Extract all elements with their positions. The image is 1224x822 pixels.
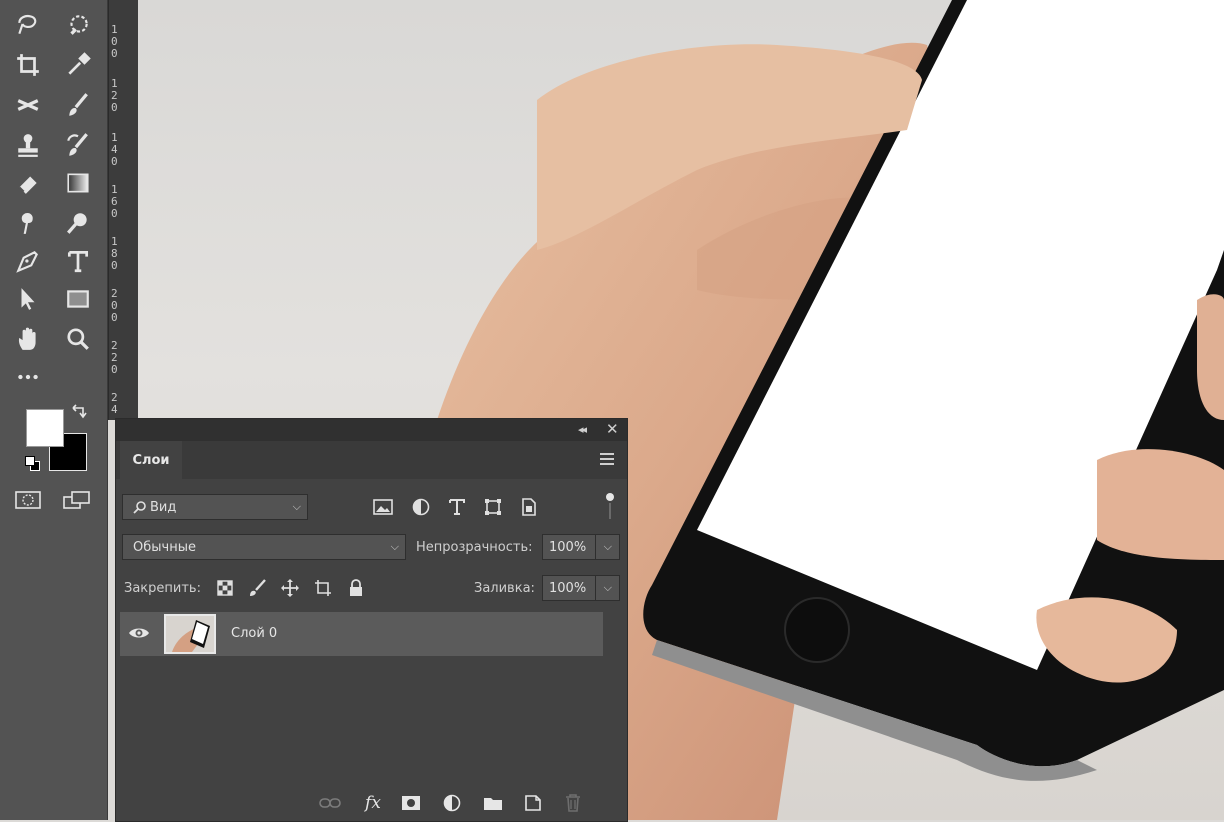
filter-label: Вид	[150, 499, 177, 515]
close-icon[interactable]: ✕	[606, 420, 619, 438]
vertical-ruler: 100 120 140 160 180 200 220 24	[108, 0, 138, 420]
chevron-down-icon: ⌵	[603, 540, 612, 553]
screen-mode-icon[interactable]	[62, 490, 92, 510]
zoom-icon[interactable]	[60, 322, 96, 356]
lock-pixels-icon[interactable]	[247, 578, 267, 598]
fx-icon[interactable]: fx	[360, 791, 386, 815]
filter-smart-object-icon[interactable]	[518, 497, 540, 517]
ruler-tick: 140	[111, 131, 118, 168]
layer-filter-select[interactable]: Вид ⌵	[122, 494, 308, 520]
new-layer-icon[interactable]	[521, 793, 545, 813]
ruler-tick: 220	[111, 339, 118, 376]
layer-thumbnail[interactable]	[164, 614, 216, 654]
swap-colors-icon[interactable]	[70, 404, 88, 420]
trash-icon[interactable]	[561, 793, 585, 813]
healing-brush-icon[interactable]	[10, 88, 46, 122]
lock-position-icon[interactable]	[280, 578, 300, 598]
tab-layers[interactable]: Слои	[120, 441, 182, 479]
type-icon[interactable]	[60, 244, 96, 278]
fill-field[interactable]: 100% ⌵	[542, 575, 620, 601]
layer-row[interactable]: Слой 0	[120, 612, 603, 656]
chevron-down-icon: ⌵	[603, 581, 612, 594]
eyedropper-icon[interactable]	[60, 48, 96, 82]
collapse-panel-icon[interactable]: ◂◂	[578, 423, 587, 436]
layers-bottom-bar: fx	[116, 787, 627, 821]
tools-panel	[0, 0, 108, 820]
clone-stamp-icon[interactable]	[10, 128, 46, 162]
blend-mode-value: Обычные	[133, 539, 196, 555]
history-brush-icon[interactable]	[60, 128, 96, 162]
visibility-eye-icon[interactable]	[128, 625, 150, 641]
path-selection-icon[interactable]	[10, 282, 46, 316]
blend-mode-select[interactable]: Обычные ⌵	[122, 534, 406, 560]
hand-icon[interactable]	[10, 322, 46, 356]
layer-name[interactable]: Слой 0	[231, 626, 277, 641]
ruler-tick: 100	[111, 23, 118, 60]
more-tools-icon[interactable]	[10, 360, 46, 394]
group-icon[interactable]	[481, 793, 505, 813]
dodge-icon[interactable]	[60, 206, 96, 240]
lock-label: Закрепить:	[124, 581, 201, 596]
ruler-tick: 180	[111, 235, 118, 272]
divider	[595, 535, 596, 559]
brush-icon[interactable]	[60, 88, 96, 122]
chevron-down-icon: ⌵	[390, 540, 399, 553]
default-colors-icon[interactable]	[24, 455, 40, 471]
fill-value: 100%	[549, 580, 587, 596]
ruler-tick: 160	[111, 183, 118, 220]
ruler-tick: 24	[111, 391, 118, 416]
mask-icon[interactable]	[399, 793, 423, 813]
lasso-icon[interactable]	[10, 8, 46, 42]
pen-icon[interactable]	[10, 244, 46, 278]
search-icon	[133, 500, 147, 514]
panel-tab-bar: Слои	[116, 441, 627, 479]
ruler-tick: 200	[111, 287, 118, 324]
panel-header-bar: ◂◂ ✕	[116, 419, 627, 441]
adjustment-icon[interactable]	[440, 793, 464, 813]
panel-menu-icon[interactable]	[600, 453, 614, 465]
foreground-color-swatch[interactable]	[26, 409, 64, 447]
crop-icon[interactable]	[10, 48, 46, 82]
filter-shape-icon[interactable]	[482, 497, 504, 517]
lock-artboard-icon[interactable]	[313, 578, 333, 598]
gradient-icon[interactable]	[60, 166, 96, 200]
filter-type-icon[interactable]	[446, 497, 468, 517]
quick-mask-icon[interactable]	[14, 490, 42, 510]
eraser-icon[interactable]	[10, 166, 46, 200]
layers-panel: ◂◂ ✕ Слои Вид ⌵ Обычные ⌵ Непрозрачность…	[115, 418, 628, 822]
opacity-label: Непрозрачность:	[416, 540, 533, 555]
lock-all-icon[interactable]	[346, 578, 366, 598]
opacity-field[interactable]: 100% ⌵	[542, 534, 620, 560]
fill-label: Заливка:	[474, 581, 535, 596]
lock-transparent-icon[interactable]	[215, 578, 235, 598]
ruler-tick: 120	[111, 77, 118, 114]
rectangle-icon[interactable]	[60, 282, 96, 316]
opacity-value: 100%	[549, 539, 587, 555]
link-icon[interactable]	[318, 793, 342, 813]
chevron-down-icon: ⌵	[292, 500, 301, 513]
quick-selection-icon[interactable]	[60, 8, 96, 42]
filter-adjustment-icon[interactable]	[410, 497, 432, 517]
filter-pixel-icon[interactable]	[372, 497, 394, 517]
divider	[595, 576, 596, 600]
filter-toggle[interactable]	[606, 493, 614, 521]
smudge-icon[interactable]	[10, 206, 46, 240]
